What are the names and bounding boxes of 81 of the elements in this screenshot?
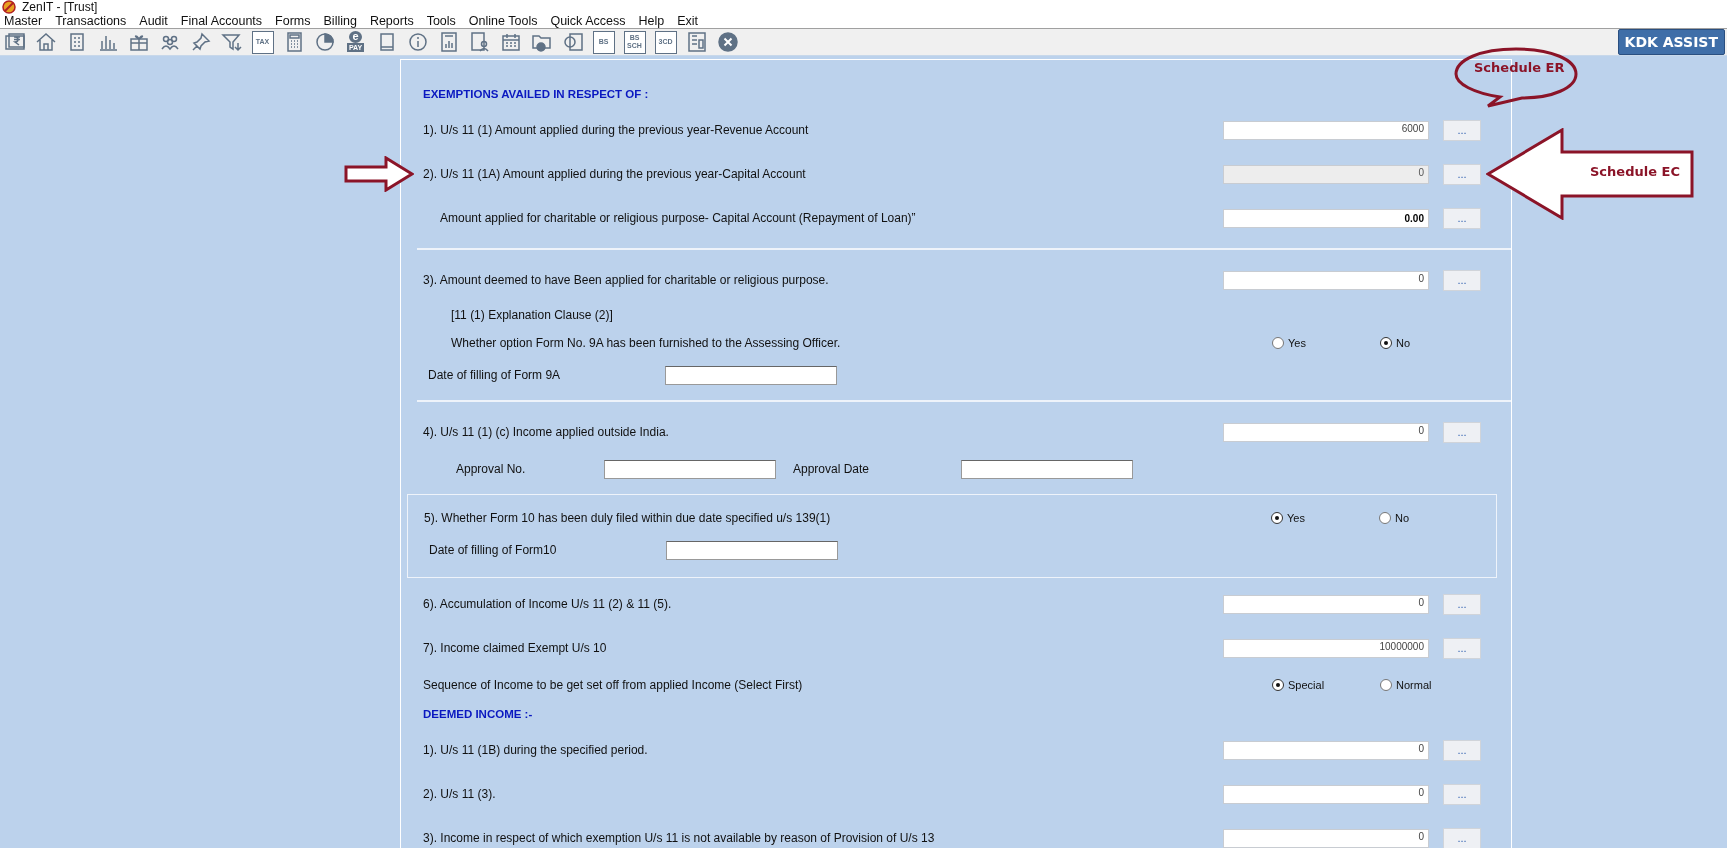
app-logo-icon — [2, 0, 16, 14]
date-field[interactable] — [666, 540, 838, 560]
radio-label: Special — [1288, 679, 1325, 691]
note-text: [11 (1) Explanation Clause (2)] — [451, 308, 613, 322]
browse-button[interactable]: ... — [1443, 783, 1481, 805]
field-label: Approval Date — [793, 462, 871, 476]
assist-button[interactable]: KDK ASSIST — [1617, 29, 1725, 55]
menu-item[interactable]: Help — [638, 14, 665, 28]
text-field[interactable] — [961, 459, 1133, 479]
close-icon[interactable] — [716, 31, 739, 53]
callout-text: Schedule EC — [1590, 164, 1680, 179]
radio-label: No — [1396, 337, 1411, 349]
date-field[interactable] — [665, 365, 837, 385]
amount-field[interactable]: 0 — [1223, 828, 1429, 848]
field-label: Approval No. — [456, 462, 527, 476]
radio-label: Normal — [1396, 679, 1432, 691]
browse-button[interactable]: ... — [1443, 637, 1481, 659]
radio-button[interactable] — [1272, 679, 1284, 691]
radio-label: Yes — [1287, 512, 1305, 524]
amount-field[interactable]: 10000000 — [1223, 638, 1429, 658]
browse-button[interactable]: ... — [1443, 207, 1481, 229]
browse-button[interactable]: ... — [1443, 593, 1481, 615]
amount-field[interactable]: 0.00 — [1223, 208, 1429, 228]
field-label: 3). Income in respect of which exemption U/s 11 is not available by reason of Provision of U/s 13 — [423, 831, 935, 845]
question-label: Whether option Form No. 9A has been furnished to the Assessing Officer. — [451, 336, 841, 350]
menu-item[interactable]: Billing — [323, 14, 357, 28]
field-label: 2). U/s 11 (3). — [423, 787, 496, 801]
amount-field[interactable]: 0 — [1223, 422, 1429, 442]
browse-button[interactable]: ... — [1443, 421, 1481, 443]
menu-item[interactable]: Master — [4, 14, 43, 28]
banknote-icon[interactable] — [3, 31, 26, 53]
question-label: Sequence of Income to be get set off from applied Income (Select First) — [423, 678, 803, 692]
radio-label: No — [1395, 512, 1410, 524]
menu-item[interactable]: Final Accounts — [180, 14, 263, 28]
field-label: Date of filling of Form 9A — [428, 368, 562, 382]
radio-button[interactable] — [1271, 512, 1283, 524]
field-label: Date of filling of Form10 — [429, 543, 558, 557]
radio-button[interactable] — [1380, 679, 1392, 691]
browse-button[interactable]: ... — [1443, 269, 1481, 291]
menu-item[interactable]: Exit — [677, 14, 698, 28]
menu-item[interactable]: Transactions — [55, 14, 127, 28]
browse-button[interactable]: ... — [1443, 119, 1481, 141]
radio-label: Yes — [1288, 337, 1306, 349]
amount-field[interactable]: 0 — [1223, 594, 1429, 614]
menu-item[interactable]: Forms — [275, 14, 311, 28]
browse-button[interactable]: ... — [1443, 739, 1481, 761]
amount-field[interactable]: 6000 — [1223, 120, 1429, 140]
question-label: 5). Whether Form 10 has been duly filed within due date specified u/s 139(1) — [424, 511, 831, 525]
user-document-icon[interactable] — [468, 31, 491, 53]
radio-button[interactable] — [1380, 337, 1392, 349]
amount-field[interactable]: 0 — [1223, 740, 1429, 760]
field-label: 2). U/s 11 (1A) Amount applied during the previous year-Capital Account — [423, 167, 806, 181]
callout-text: Schedule ER — [1474, 60, 1565, 75]
field-label: 3). Amount deemed to have Been applied for charitable or religious purpose. — [423, 273, 829, 287]
field-label: 6). Accumulation of Income U/s 11 (2) & 11 (5). — [423, 597, 672, 611]
field-label: 1). U/s 11 (1) Amount applied during the previous year-Revenue Account — [423, 123, 809, 137]
radio-button[interactable] — [1379, 512, 1391, 524]
field-label: 1). U/s 11 (1B) during the specified period. — [423, 743, 648, 757]
field-label: 4). U/s 11 (1) (c) Income applied outside India. — [423, 425, 669, 439]
window-icon[interactable] — [561, 31, 584, 53]
info-icon[interactable] — [406, 31, 429, 53]
pie-chart-icon[interactable] — [313, 31, 336, 53]
amount-field[interactable]: 0 — [1223, 784, 1429, 804]
menu-item[interactable]: Audit — [139, 14, 168, 28]
menu-item[interactable]: Quick Access — [550, 14, 626, 28]
amount-field[interactable]: 0 — [1223, 270, 1429, 290]
field-label: 7). Income claimed Exempt U/s 10 — [423, 641, 607, 655]
text-field[interactable] — [604, 459, 776, 479]
section-heading: EXEMPTIONS AVAILED IN RESPECT OF : — [423, 88, 649, 100]
home-icon[interactable] — [34, 31, 57, 53]
calendar-icon[interactable] — [499, 31, 522, 53]
browse-button[interactable]: ... — [1443, 827, 1481, 848]
spreadsheet-icon[interactable] — [685, 31, 708, 53]
menu-item[interactable]: Tools — [426, 14, 456, 28]
radio-button[interactable] — [1272, 337, 1284, 349]
section-heading: DEEMED INCOME :- — [423, 708, 533, 720]
filter-icon[interactable] — [220, 31, 243, 53]
menu-item[interactable]: Online Tools — [468, 14, 538, 28]
menu-item[interactable]: Reports — [369, 14, 414, 28]
field-label: Amount applied for charitable or religious purpose- Capital Account (Repayment of Loan)” — [440, 211, 916, 225]
window-title: ZenIT - [Trust] — [22, 0, 98, 14]
